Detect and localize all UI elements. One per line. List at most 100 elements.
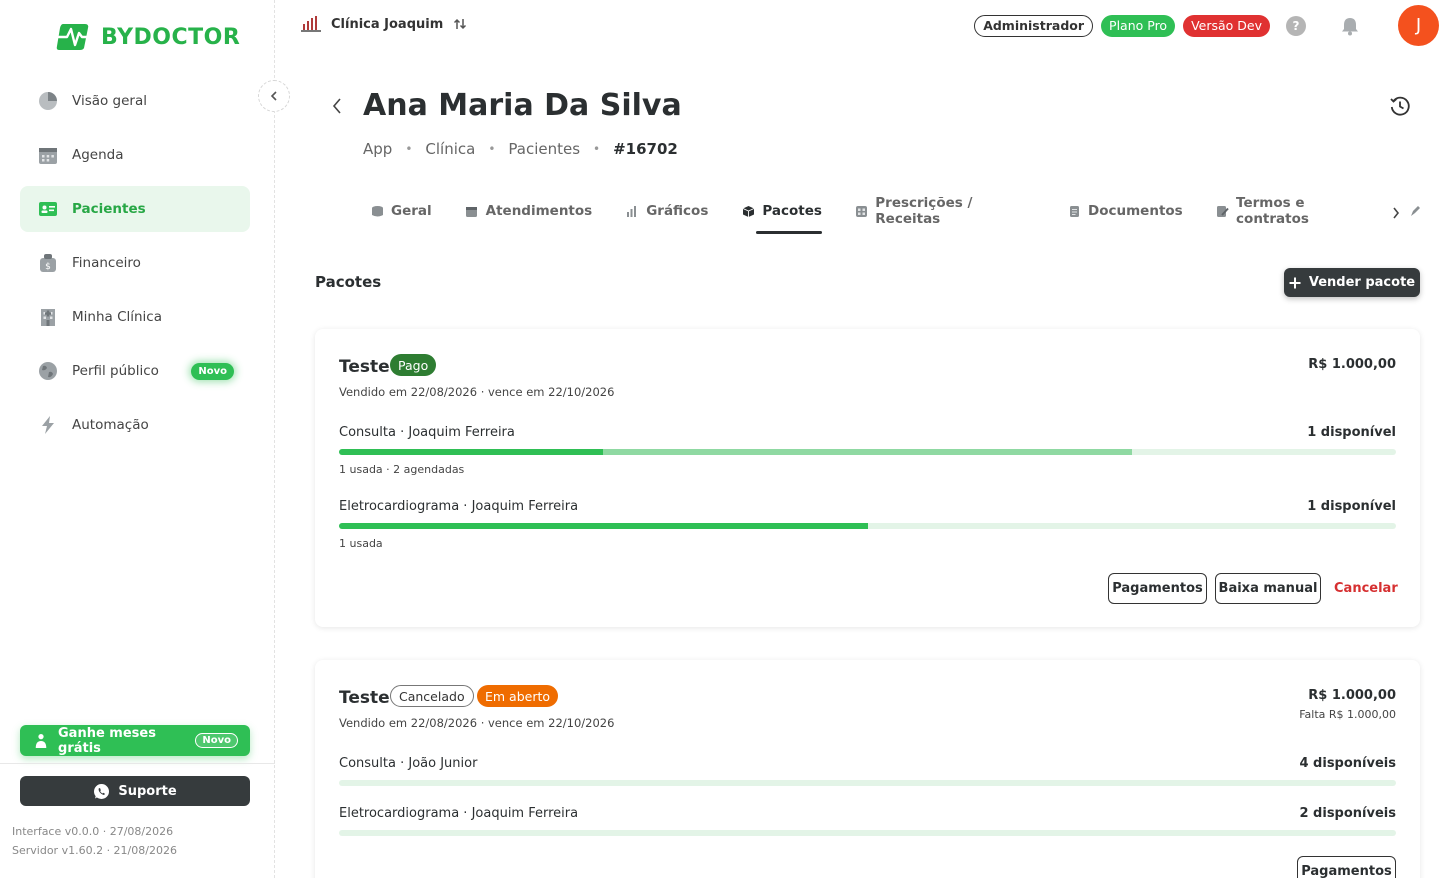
sidebar-item-perfil-publico[interactable]: Perfil público Novo xyxy=(20,348,250,394)
breadcrumb-separator: • xyxy=(488,142,496,156)
sidebar-item-label: Automação xyxy=(72,417,149,433)
swap-icon xyxy=(454,18,467,30)
sidebar-item-label: Visão geral xyxy=(72,93,147,109)
role-badge[interactable]: Administrador xyxy=(974,14,1094,37)
promo-button[interactable]: Ganhe meses grátis Novo xyxy=(20,725,250,756)
pie-chart-icon xyxy=(37,90,59,112)
pen-icon xyxy=(1408,204,1422,218)
bell-icon[interactable] xyxy=(1340,16,1360,36)
usage-progress xyxy=(339,449,1396,455)
breadcrumb-separator: • xyxy=(405,142,413,156)
id-card-icon xyxy=(37,198,59,220)
tab-graficos[interactable]: Gráficos xyxy=(625,198,708,224)
whatsapp-icon xyxy=(94,783,110,799)
contract-icon xyxy=(1216,204,1229,218)
tab-label: Gráficos xyxy=(646,203,709,219)
help-icon[interactable]: ? xyxy=(1286,15,1306,36)
package-card: Teste Cancelado Em aberto R$ 1.000,00 Fa… xyxy=(315,660,1420,878)
chevron-left-icon xyxy=(270,91,277,101)
sidebar-item-label: Minha Clínica xyxy=(72,309,163,325)
breadcrumb-item[interactable]: Pacientes xyxy=(508,140,580,158)
package-price: R$ 1.000,00 xyxy=(1308,357,1396,372)
cancel-package-link[interactable]: Cancelar xyxy=(1334,581,1398,596)
sidebar-item-pacientes[interactable]: Pacientes xyxy=(20,186,250,232)
service-name: Consulta · Joaquim Ferreira xyxy=(339,425,515,440)
sidebar: BYDOCTOR Visão geral Agenda Pacientes $ … xyxy=(0,0,275,878)
interface-version: Interface v0.0.0 · 27/08/2026 xyxy=(12,825,174,838)
clinic-name: Clínica Joaquim xyxy=(331,16,444,32)
page-title: Ana Maria Da Silva xyxy=(363,88,682,123)
bar-chart-icon xyxy=(625,204,639,218)
usage-progress xyxy=(339,523,1396,529)
calendar-icon xyxy=(465,204,479,218)
breadcrumb-item[interactable]: Clínica xyxy=(425,140,475,158)
status-badge: Pago xyxy=(390,354,437,376)
gift-person-icon xyxy=(35,733,47,748)
history-icon[interactable] xyxy=(1389,95,1411,117)
tab-prescricoes[interactable]: Prescrições / Receitas xyxy=(855,195,1034,227)
patient-tabs: Geral Atendimentos Gráficos Pacotes Pres… xyxy=(370,195,1455,234)
sidebar-item-label: Agenda xyxy=(72,147,124,163)
status-badge: Em aberto xyxy=(477,685,559,707)
sell-package-label: Vender pacote xyxy=(1308,275,1416,290)
tab-pacotes[interactable]: Pacotes xyxy=(741,198,822,234)
usage-progress xyxy=(339,780,1396,786)
usage-progress xyxy=(339,830,1396,836)
breadcrumb-separator: • xyxy=(593,142,601,156)
package-dates: Vendido em 22/08/2026 · vence em 22/10/2… xyxy=(339,385,615,399)
usage-used-fill xyxy=(339,449,604,455)
database-icon xyxy=(370,204,384,218)
avatar[interactable]: J xyxy=(1398,5,1439,46)
tab-more-partial[interactable] xyxy=(1408,198,1422,224)
breadcrumb-item[interactable]: App xyxy=(363,140,392,158)
payments-button[interactable]: Pagamentos xyxy=(1108,573,1207,604)
tab-termos-contratos[interactable]: Termos e contratos xyxy=(1216,195,1375,227)
promo-label: Ganhe meses grátis xyxy=(58,725,156,756)
collapse-sidebar-button[interactable] xyxy=(258,80,290,112)
sidebar-item-label: Financeiro xyxy=(72,255,141,271)
sell-package-button[interactable]: Vender pacote xyxy=(1284,268,1420,297)
brand-name: BYDOCTOR xyxy=(101,24,241,50)
env-badge[interactable]: Versão Dev xyxy=(1183,14,1270,37)
chevron-right-icon xyxy=(1393,207,1400,219)
building-icon xyxy=(37,306,59,328)
lightning-icon xyxy=(37,414,59,436)
back-icon[interactable] xyxy=(327,95,347,117)
section-title: Pacotes xyxy=(315,273,382,291)
money-bag-icon: $ xyxy=(37,252,59,274)
sidebar-item-automacao[interactable]: Automação xyxy=(20,402,250,448)
sidebar-item-label: Pacientes xyxy=(72,201,146,217)
service-name: Eletrocardiograma · Joaquim Ferreira xyxy=(339,499,579,514)
payments-button[interactable]: Pagamentos xyxy=(1297,856,1396,878)
new-badge: Novo xyxy=(195,733,238,748)
manual-settle-button[interactable]: Baixa manual xyxy=(1215,573,1321,604)
tab-label: Geral xyxy=(391,203,432,219)
tab-label: Documentos xyxy=(1088,203,1183,219)
tab-geral[interactable]: Geral xyxy=(370,198,432,224)
topbar-right: Administrador Plano Pro Versão Dev ? J xyxy=(974,5,1439,46)
prescription-icon xyxy=(855,204,868,218)
tabs-next-button[interactable] xyxy=(1392,204,1400,223)
breadcrumb-current: #16702 xyxy=(613,140,678,158)
sidebar-item-agenda[interactable]: Agenda xyxy=(20,132,250,178)
clinic-switcher[interactable]: Clínica Joaquim xyxy=(301,15,467,33)
package-due: Falta R$ 1.000,00 xyxy=(1299,708,1396,721)
package-name: Teste xyxy=(339,688,390,708)
clinic-logo-icon xyxy=(301,16,321,32)
brand-logo[interactable]: BYDOCTOR xyxy=(55,22,240,52)
plan-badge[interactable]: Plano Pro xyxy=(1101,14,1176,37)
sidebar-item-financeiro[interactable]: $ Financeiro xyxy=(20,240,250,286)
tab-atendimentos[interactable]: Atendimentos xyxy=(465,198,592,224)
server-version: Servidor v1.60.2 · 21/08/2026 xyxy=(12,844,177,857)
sidebar-item-minha-clinica[interactable]: Minha Clínica xyxy=(20,294,250,340)
new-badge: Novo xyxy=(191,362,234,380)
tab-label: Termos e contratos xyxy=(1236,195,1309,227)
calendar-icon xyxy=(37,144,59,166)
breadcrumb: App • Clínica • Pacientes • #16702 xyxy=(363,140,678,158)
service-name: Consulta · João Junior xyxy=(339,756,478,771)
service-available: 1 disponível xyxy=(1307,425,1396,440)
support-button[interactable]: Suporte xyxy=(20,776,250,806)
sidebar-item-visao-geral[interactable]: Visão geral xyxy=(20,78,250,124)
tab-documentos[interactable]: Documentos xyxy=(1067,198,1183,224)
document-icon xyxy=(1067,204,1081,218)
